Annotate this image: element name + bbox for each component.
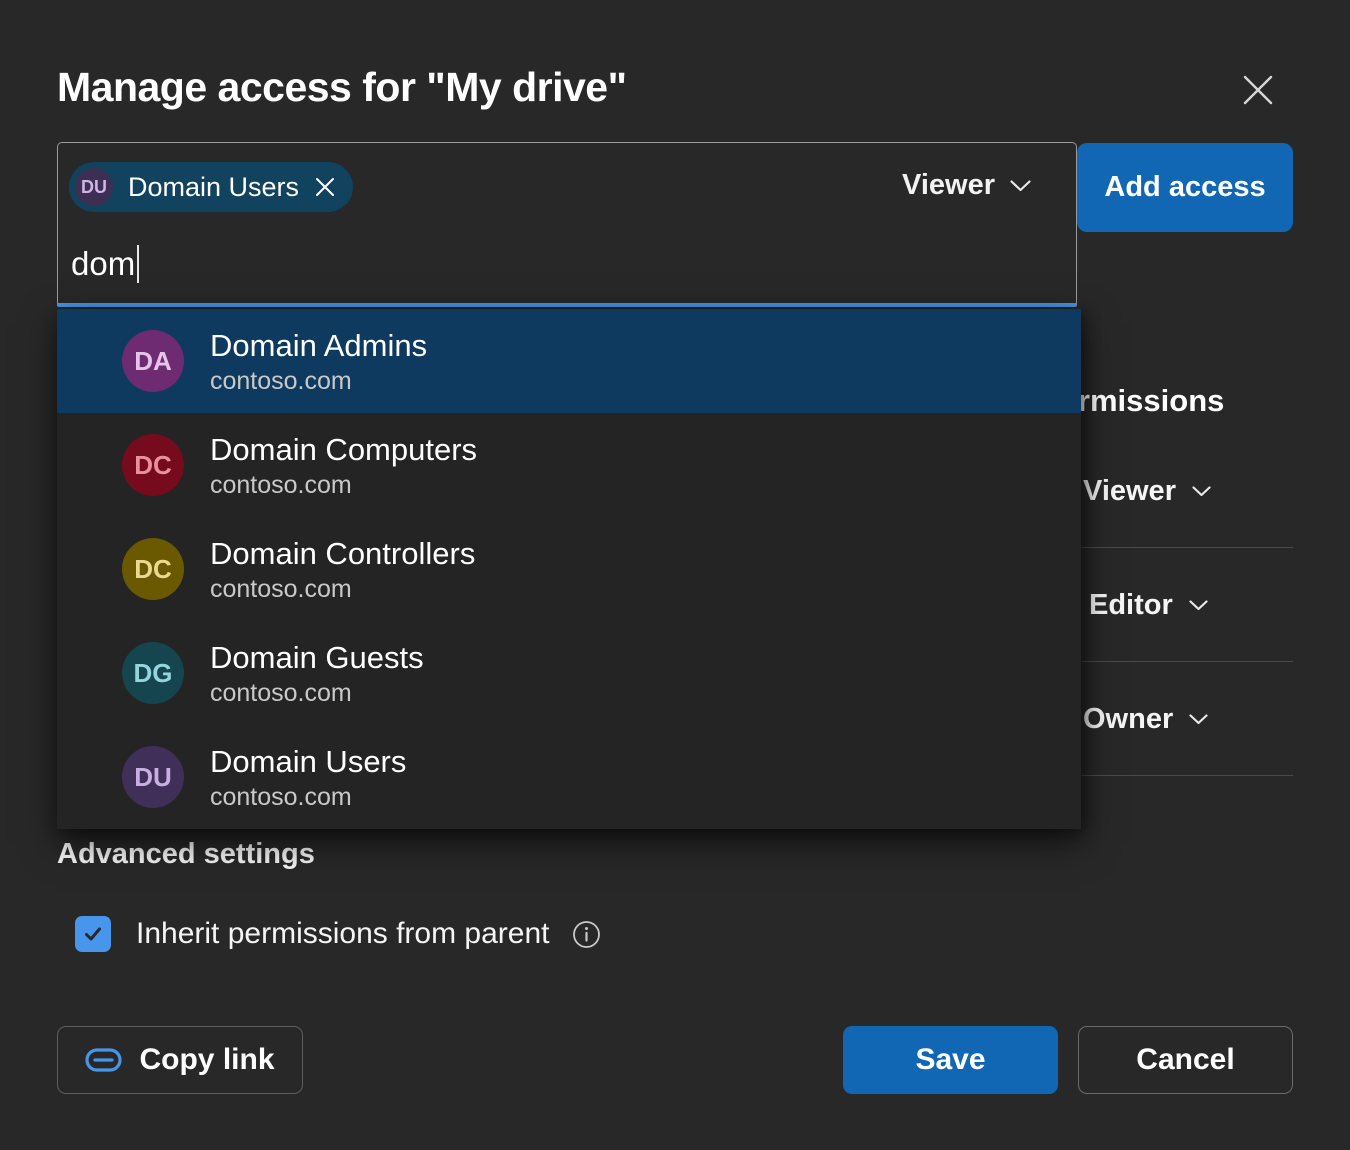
avatar: DA [122, 330, 184, 392]
suggestion-name: Domain Admins [210, 326, 427, 366]
avatar: DC [122, 538, 184, 600]
suggestion-domain: contoso.com [210, 678, 424, 709]
chevron-down-icon [1189, 600, 1208, 611]
suggestion-name: Domain Users [210, 742, 406, 782]
suggestion-domain-guests[interactable]: DG Domain Guests contoso.com [57, 621, 1081, 725]
permission-role-value: Owner [1083, 703, 1173, 736]
avatar: DC [122, 434, 184, 496]
manage-access-dialog: Manage access for "My drive" Permissions… [0, 0, 1350, 1150]
divider [1080, 547, 1293, 548]
suggestion-domain-computers[interactable]: DC Domain Computers contoso.com [57, 413, 1081, 517]
suggestion-name: Domain Computers [210, 430, 477, 470]
suggestion-domain: contoso.com [210, 470, 477, 501]
suggestion-domain-controllers[interactable]: DC Domain Controllers contoso.com [57, 517, 1081, 621]
permission-role-value: Editor [1089, 589, 1173, 622]
avatar: DG [122, 642, 184, 704]
suggestion-domain: contoso.com [210, 782, 406, 813]
suggestion-domain: contoso.com [210, 574, 475, 605]
suggestion-name: Domain Guests [210, 638, 424, 678]
permission-role-dropdown-editor[interactable]: Editor [1089, 589, 1208, 622]
chevron-down-icon [1189, 714, 1208, 725]
divider [1080, 775, 1293, 776]
divider [1080, 661, 1293, 662]
chevron-down-icon [1192, 486, 1211, 497]
suggestion-domain: contoso.com [210, 366, 427, 397]
avatar: DU [122, 746, 184, 808]
permission-role-dropdown-viewer[interactable]: Viewer [1083, 475, 1211, 508]
suggestion-name: Domain Controllers [210, 534, 475, 574]
suggestion-list: DA Domain Admins contoso.com DC Domain C… [57, 309, 1081, 829]
suggestion-domain-users[interactable]: DU Domain Users contoso.com [57, 725, 1081, 829]
permission-role-dropdown-owner[interactable]: Owner [1083, 703, 1208, 736]
suggestion-domain-admins[interactable]: DA Domain Admins contoso.com [57, 309, 1081, 413]
permission-role-value: Viewer [1083, 475, 1176, 508]
